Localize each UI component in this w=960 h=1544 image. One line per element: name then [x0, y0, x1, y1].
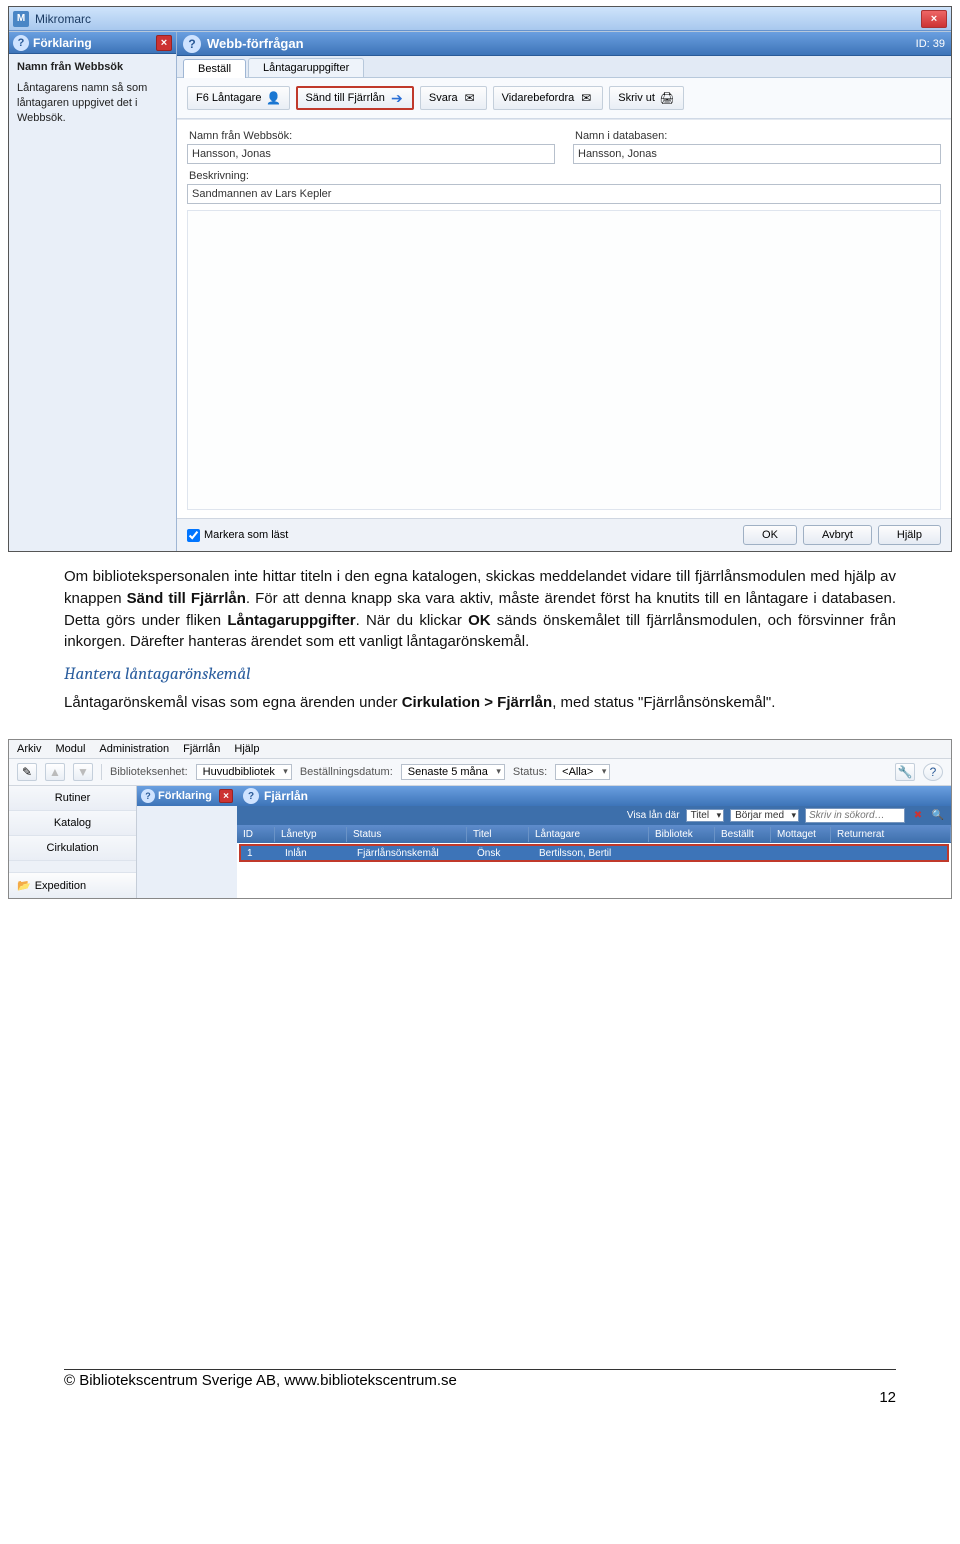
help-side-panel: ? Förklaring × Namn från Webbsök Låntaga…	[9, 32, 177, 551]
label-bestallningsdatum: Beställningsdatum:	[300, 766, 393, 778]
panel-title-fjarrlan: ? Fjärrlån	[237, 786, 951, 806]
side-heading: Namn från Webbsök	[17, 60, 168, 75]
filter-field-dropdown[interactable]: Titel	[686, 809, 725, 822]
person-icon: 👤	[265, 90, 281, 106]
vidarebefordra-button[interactable]: Vidarebefordra ✉	[493, 86, 604, 110]
menu-administration[interactable]: Administration	[99, 743, 169, 755]
left-nav: Rutiner Katalog Cirkulation 📂 Expedition	[9, 786, 137, 898]
print-icon: 🖨	[659, 90, 675, 106]
reply-icon: ✉	[462, 90, 478, 106]
nav-katalog[interactable]: Katalog	[9, 811, 136, 836]
table-header: ID Lånetyp Status Titel Låntagare Biblio…	[237, 825, 951, 843]
input-namn-databasen[interactable]	[573, 144, 941, 164]
svara-button[interactable]: Svara ✉	[420, 86, 487, 110]
page-number: 12	[64, 1389, 896, 1406]
forward-icon: ✉	[578, 90, 594, 106]
side-close-button-2[interactable]: ×	[219, 789, 233, 803]
table-row[interactable]: 1 Inlån Fjärrlånsönskemål Önsk Bertilsso…	[239, 844, 949, 862]
page-footer: © Bibliotekscentrum Sverige AB, www.bibl…	[0, 1369, 960, 1436]
help-icon[interactable]: ?	[923, 763, 943, 781]
ok-button[interactable]: OK	[743, 525, 797, 545]
down-icon[interactable]: ▼	[73, 763, 93, 781]
record-id: ID: 39	[916, 38, 945, 50]
footer-copyright: © Bibliotekscentrum Sverige AB, www.bibl…	[64, 1372, 457, 1389]
label-beskrivning: Beskrivning:	[189, 170, 941, 182]
label-namn-webbsok: Namn från Webbsök:	[189, 130, 555, 142]
side-title: Förklaring	[33, 36, 156, 50]
dropdown-bestallningsdatum[interactable]: Senaste 5 måna	[401, 764, 505, 780]
skriv-ut-button[interactable]: Skriv ut 🖨	[609, 86, 684, 110]
menu-bar: Arkiv Modul Administration Fjärrlån Hjäl…	[9, 740, 951, 759]
screenshot-fjarrlan-list: Arkiv Modul Administration Fjärrlån Hjäl…	[8, 739, 952, 899]
menu-hjalp[interactable]: Hjälp	[234, 743, 259, 755]
dropdown-biblioteksenhet[interactable]: Huvudbibliotek	[196, 764, 292, 780]
side-close-button[interactable]: ×	[156, 35, 172, 51]
markera-som-last-checkbox[interactable]: Markera som läst	[187, 529, 737, 542]
search-icon[interactable]: 🔍	[931, 809, 945, 823]
up-icon[interactable]: ▲	[45, 763, 65, 781]
menu-modul[interactable]: Modul	[55, 743, 85, 755]
avbryt-button[interactable]: Avbryt	[803, 525, 872, 545]
help-icon: ?	[13, 35, 29, 51]
help-icon: ?	[243, 788, 259, 804]
arrow-right-icon: ➔	[389, 90, 405, 106]
tab-bestall[interactable]: Beställ	[183, 59, 246, 78]
label-biblioteksenhet: Biblioteksenhet:	[110, 766, 188, 778]
tab-lantagaruppgifter[interactable]: Låntagaruppgifter	[248, 58, 364, 77]
heading-hantera: Hantera låntagarönskemål	[64, 663, 896, 688]
settings-icon[interactable]: 🔧	[895, 763, 915, 781]
action-toolbar: F6 Låntagare 👤 Sänd till Fjärrlån ➔ Svar…	[177, 78, 951, 119]
window-close-button[interactable]: ×	[921, 10, 947, 28]
help-icon: ?	[183, 35, 201, 53]
folder-icon: 📂	[17, 879, 31, 892]
clear-icon[interactable]: ✖	[911, 809, 925, 823]
dropdown-status[interactable]: <Alla>	[555, 764, 610, 780]
description-area	[187, 210, 941, 510]
hjalp-button[interactable]: Hjälp	[878, 525, 941, 545]
filter-toolbar: ✎ ▲ ▼ Biblioteksenhet: Huvudbibliotek Be…	[9, 759, 951, 786]
send-to-fjarrlan-button[interactable]: Sänd till Fjärrlån ➔	[296, 86, 413, 110]
help-side-panel-2: ? Förklaring ×	[137, 786, 237, 898]
dialog-title: ? Webb-förfrågan ID: 39	[177, 32, 951, 56]
side-text: Låntagarens namn så som låntagaren uppgi…	[17, 81, 168, 126]
label-status: Status:	[513, 766, 547, 778]
menu-arkiv[interactable]: Arkiv	[17, 743, 41, 755]
f6-lantagare-button[interactable]: F6 Låntagare 👤	[187, 86, 290, 110]
screenshot-webb-forfragan: M Mikromarc × ? Förklaring × Namn från W…	[8, 6, 952, 552]
nav-rutiner[interactable]: Rutiner	[9, 786, 136, 811]
input-beskrivning[interactable]	[187, 184, 941, 204]
filter-op-dropdown[interactable]: Börjar med	[730, 809, 799, 822]
new-icon[interactable]: ✎	[17, 763, 37, 781]
nav-cirkulation[interactable]: Cirkulation	[9, 836, 136, 861]
app-title: Mikromarc	[35, 12, 921, 26]
input-namn-webbsok[interactable]	[187, 144, 555, 164]
list-filter-bar: Visa lån där Titel Börjar med ✖ 🔍	[237, 806, 951, 825]
help-icon: ?	[141, 789, 155, 803]
document-body: Om bibliotekspersonalen inte hittar tite…	[0, 552, 960, 733]
app-icon: M	[13, 11, 29, 27]
search-input[interactable]	[805, 808, 905, 823]
label-namn-databasen: Namn i databasen:	[575, 130, 941, 142]
nav-expedition[interactable]: 📂 Expedition	[9, 872, 136, 898]
menu-fjarrlan[interactable]: Fjärrlån	[183, 743, 220, 755]
window-titlebar: M Mikromarc ×	[9, 7, 951, 31]
